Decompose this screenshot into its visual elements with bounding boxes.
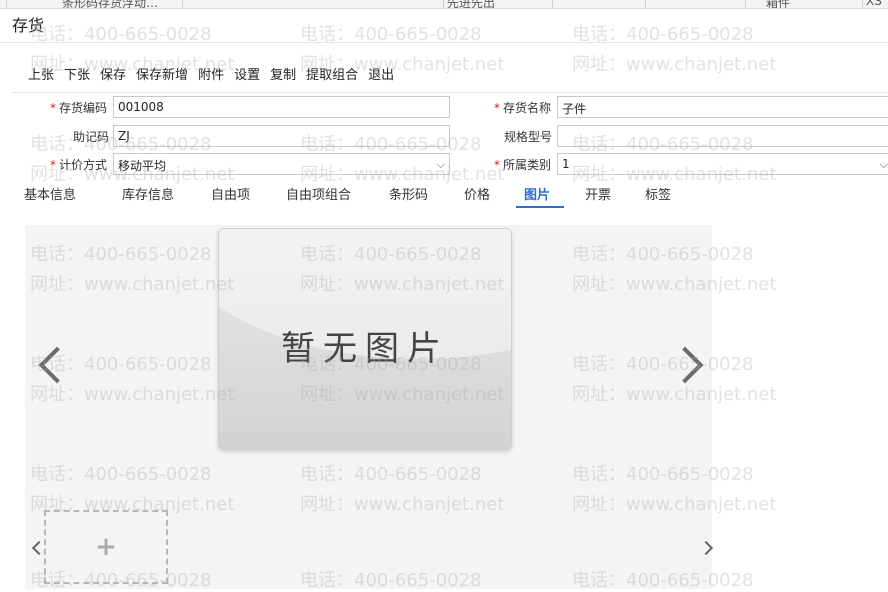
strip-cell: XS	[866, 0, 882, 8]
category-select[interactable]: 1 ⌵	[557, 153, 888, 175]
chevron-down-icon: ⌵	[879, 158, 888, 171]
prev-record-button[interactable]: 上张	[28, 64, 54, 83]
extract-combination-button[interactable]: 提取组合	[306, 64, 358, 83]
strip-cell: 先进先出	[447, 0, 496, 9]
code-label-text: 存货编码	[59, 101, 108, 115]
tab-images[interactable]: 图片	[524, 184, 550, 203]
upload-image-button[interactable]: +	[44, 510, 168, 584]
title-divider	[0, 42, 888, 43]
pricing-label-text: 计价方式	[59, 158, 108, 172]
name-field[interactable]: 子件	[557, 96, 888, 118]
no-image-placeholder: 暂无图片	[218, 228, 512, 450]
mnemonic-label: 助记码	[73, 130, 110, 144]
settings-button[interactable]: 设置	[234, 64, 260, 83]
required-mark: *	[50, 101, 56, 115]
spec-label: 规格型号	[504, 130, 553, 144]
save-and-new-button[interactable]: 保存新增	[136, 64, 188, 83]
category-label: * 所属类别	[494, 156, 551, 173]
no-image-text: 暂无图片	[281, 329, 449, 369]
category-select-value: 1	[562, 157, 570, 171]
tab-free-items[interactable]: 自由项	[211, 184, 250, 203]
attachment-button[interactable]: 附件	[198, 64, 224, 83]
name-label: * 存货名称	[494, 99, 551, 116]
window-title: 存货	[12, 16, 45, 35]
tab-tags[interactable]: 标签	[645, 184, 671, 203]
spec-field[interactable]	[557, 125, 888, 147]
required-mark: *	[50, 158, 56, 172]
strip-cell: 箱件	[766, 0, 791, 9]
required-mark: *	[494, 158, 500, 172]
pricing-label: * 计价方式	[50, 156, 107, 173]
mnemonic-field[interactable]: ZJ	[113, 125, 450, 147]
next-record-button[interactable]: 下张	[64, 64, 90, 83]
code-field[interactable]: 001008	[113, 96, 450, 118]
tab-basic-info[interactable]: 基本信息	[24, 184, 76, 203]
pricing-select[interactable]: 移动平均 ⌵	[113, 153, 450, 175]
tab-invoice[interactable]: 开票	[585, 184, 611, 203]
code-label: * 存货编码	[50, 99, 107, 116]
tab-price[interactable]: 价格	[464, 184, 490, 203]
watermark-site: 网址：www.chanjet.net	[572, 54, 777, 75]
active-tab-indicator	[516, 206, 564, 208]
tab-free-item-combo[interactable]: 自由项组合	[286, 184, 351, 203]
pricing-select-value: 移动平均	[118, 159, 167, 173]
background-table-strip: 条形码存货浮动… 先进先出 箱件 XS	[0, 0, 888, 9]
category-label-text: 所属类别	[503, 158, 552, 172]
strip-cell: 条形码存货浮动…	[62, 0, 159, 9]
name-label-text: 存货名称	[503, 101, 552, 115]
tab-stock-info[interactable]: 库存信息	[122, 184, 174, 203]
copy-button[interactable]: 复制	[270, 64, 296, 83]
toolbar: 上张 下张 保存 保存新增 附件 设置 复制 提取组合 退出	[28, 64, 404, 83]
exit-button[interactable]: 退出	[368, 64, 394, 83]
chevron-down-icon: ⌵	[436, 158, 445, 171]
tab-bar: 基本信息 库存信息 自由项 自由项组合 条形码 价格 图片 开票 标签	[0, 180, 888, 210]
plus-icon: +	[95, 532, 117, 562]
save-button[interactable]: 保存	[100, 64, 126, 83]
tab-barcode[interactable]: 条形码	[389, 184, 428, 203]
required-mark: *	[494, 101, 500, 115]
